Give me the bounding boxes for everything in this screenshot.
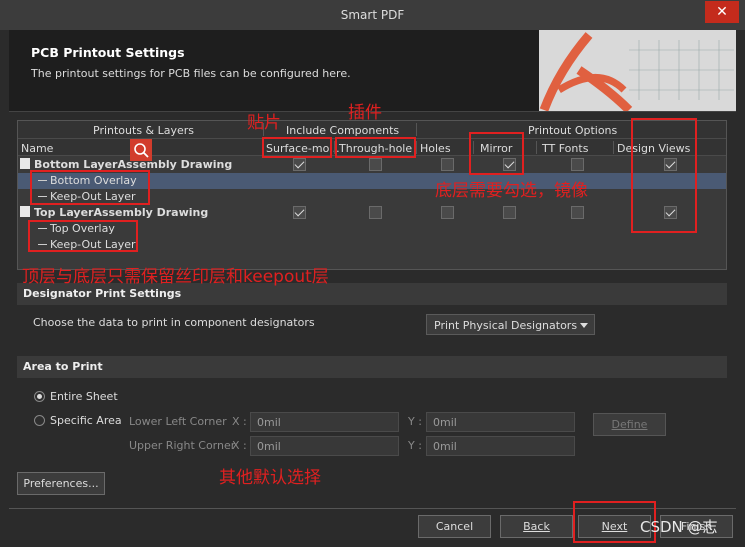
ur-y-field[interactable]: 0mil [426, 436, 575, 456]
ll-x-label: X : [232, 415, 247, 428]
annotation-smd: 贴片 [247, 113, 281, 133]
highlight-bottom-layers [30, 170, 150, 205]
title-bar: Smart PDF ✕ [0, 0, 745, 30]
annotation-layers-note: 顶层与底层只需保留丝印层和keepout层 [22, 267, 329, 287]
upper-right-label: Upper Right Corner [129, 439, 236, 452]
checkbox-surface-mount[interactable] [293, 158, 306, 171]
highlight-top-layers [28, 220, 138, 252]
entire-sheet-radio[interactable] [34, 391, 45, 402]
checkbox-holes[interactable] [441, 206, 454, 219]
highlight-mirror [469, 132, 524, 175]
close-button[interactable]: ✕ [705, 1, 739, 23]
cancel-button[interactable]: Cancel [418, 515, 491, 538]
checkbox-through-hole[interactable] [369, 206, 382, 219]
group-header-include: Include Components [286, 124, 400, 137]
entire-sheet-label[interactable]: Entire Sheet [50, 390, 118, 403]
checkbox-surface-mount[interactable] [293, 206, 306, 219]
ur-y-label: Y : [408, 439, 422, 452]
preferences-button[interactable]: Preferences... [17, 472, 105, 495]
area-section-header: Area to Print [17, 356, 727, 378]
ll-y-field[interactable]: 0mil [426, 412, 575, 432]
highlight-through-hole [335, 137, 416, 158]
column-tt-fonts[interactable]: TT Fonts [542, 142, 588, 155]
ur-x-field[interactable]: 0mil [250, 436, 399, 456]
group-header-printouts: Printouts & Layers [93, 124, 195, 137]
annotation-mirror-note: 底层需要勾选，镜像 [435, 181, 588, 201]
define-button[interactable]: Define [593, 413, 666, 436]
designator-prompt: Choose the data to print in component de… [33, 316, 315, 329]
row-label: Top LayerAssembly Drawing [34, 206, 209, 219]
highlight-surface-mount [262, 137, 332, 158]
specific-area-label[interactable]: Specific Area [50, 414, 122, 427]
column-holes[interactable]: Holes [420, 142, 451, 155]
annotation-default-note: 其他默认选择 [219, 468, 321, 488]
designator-dropdown[interactable]: Print Physical Designators [426, 314, 595, 335]
group-header-options: Printout Options [528, 124, 618, 137]
pdf-logo-image [539, 30, 736, 111]
window-title: Smart PDF [340, 8, 405, 22]
section-title: Designator Print Settings [23, 287, 182, 300]
checkbox-holes[interactable] [441, 158, 454, 171]
dropdown-value: Print Physical Designators [434, 319, 578, 332]
checkbox-through-hole[interactable] [369, 158, 382, 171]
lower-left-label: Lower Left Corner [129, 415, 227, 428]
document-icon [20, 158, 30, 169]
table-row-top-assembly[interactable]: Top LayerAssembly Drawing [18, 205, 726, 221]
ll-x-field[interactable]: 0mil [250, 412, 399, 432]
column-name[interactable]: Name [21, 142, 53, 155]
highlight-design-views [631, 118, 697, 233]
ll-y-label: Y : [408, 415, 422, 428]
annotation-through: 插件 [348, 103, 382, 123]
document-icon [20, 206, 30, 217]
watermark: CSDN @志 [640, 518, 718, 536]
page-title: PCB Printout Settings [31, 45, 185, 60]
checkbox-tt-fonts[interactable] [571, 158, 584, 171]
specific-area-radio[interactable] [34, 415, 45, 426]
section-title: Area to Print [23, 360, 103, 373]
back-button[interactable]: Back [500, 515, 573, 538]
chevron-down-icon [580, 323, 588, 328]
checkbox-mirror[interactable] [503, 206, 516, 219]
ur-x-label: X : [232, 439, 247, 452]
checkbox-tt-fonts[interactable] [571, 206, 584, 219]
page-subtitle: The printout settings for PCB files can … [31, 67, 351, 80]
